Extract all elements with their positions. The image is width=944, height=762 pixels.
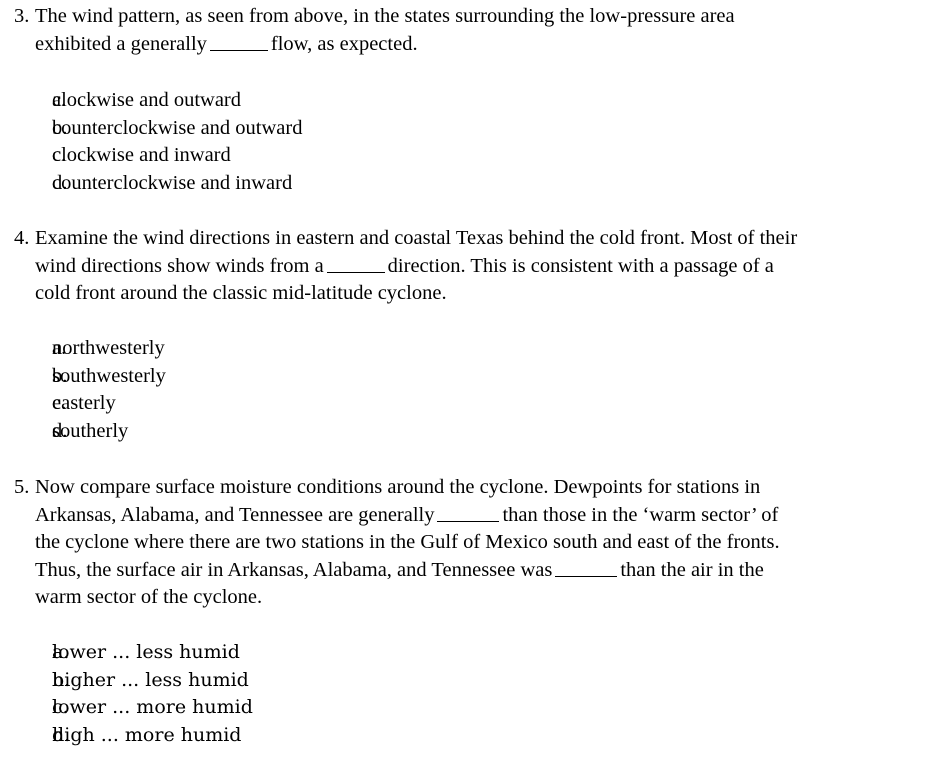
document-page: 3. The wind pattern, as seen from above,…: [0, 0, 944, 762]
question-5-option-c[interactable]: c. lower ... more humid: [0, 694, 944, 722]
option-label: northwesterly: [52, 337, 165, 359]
question-3-option-a[interactable]: a. clockwise and outward: [0, 87, 944, 115]
question-5-blank-1[interactable]: [437, 506, 500, 522]
option-letter: a.: [52, 337, 67, 359]
question-3-option-c[interactable]: c. clockwise and inward: [0, 142, 944, 170]
question-4-number: 4.: [14, 227, 30, 249]
question-4: 4. Examine the wind directions in easter…: [0, 225, 944, 308]
question-5-line-1-text: Now compare surface moisture conditions …: [35, 476, 761, 498]
option-letter: c.: [52, 696, 69, 718]
option-label: higher ... less humid: [52, 668, 249, 691]
question-3: 3. The wind pattern, as seen from above,…: [0, 3, 944, 58]
question-5-option-a[interactable]: a. lower ... less humid: [0, 639, 944, 667]
question-5-line-4: Thus, the surface air in Arkansas, Alaba…: [35, 557, 944, 585]
question-5-option-d[interactable]: d. high ... more humid: [0, 722, 944, 750]
question-5-line-5-text: warm sector of the cyclone.: [35, 586, 263, 608]
question-3-number: 3.: [14, 5, 30, 27]
question-4-line-2: wind directions show winds from a directi…: [35, 253, 944, 281]
question-5-option-b[interactable]: b. higher ... less humid: [0, 667, 944, 695]
question-4-options: a. northwesterly b. southwesterly c. eas…: [0, 335, 944, 445]
option-label: counterclockwise and inward: [52, 171, 293, 194]
question-3-line-2-text-before: exhibited a generally: [35, 32, 207, 55]
question-3-option-b[interactable]: b. counterclockwise and outward: [0, 115, 944, 143]
question-3-line-1-text: The wind pattern, as seen from above, in…: [35, 5, 735, 27]
option-label: southwesterly: [52, 364, 166, 387]
question-3-blank[interactable]: [209, 35, 268, 51]
option-label: easterly: [52, 392, 116, 414]
question-5-line-4-text-before: Thus, the surface air in Arkansas, Alaba…: [35, 558, 553, 581]
option-label: clockwise and inward: [52, 144, 231, 166]
question-5-blank-2[interactable]: [555, 561, 618, 577]
question-4-line-3-text: cold front around the classic mid-latitu…: [35, 282, 447, 304]
option-label: lower ... more humid: [52, 696, 253, 718]
option-label: clockwise and outward: [52, 89, 241, 111]
question-3-line-2: exhibited a generally flow, as expected.: [35, 31, 944, 59]
option-letter: b.: [52, 116, 68, 139]
question-5-line-4-text-after: than the air in the: [620, 558, 764, 581]
question-5-number: 5.: [14, 476, 30, 498]
question-4-text: Examine the wind directions in eastern a…: [35, 225, 944, 308]
question-4-line-2-text-before: wind directions show winds from a: [35, 254, 324, 277]
option-letter: c.: [52, 392, 67, 414]
question-4-option-a[interactable]: a. northwesterly: [0, 335, 944, 363]
question-3-option-d[interactable]: d. counterclockwise and inward: [0, 170, 944, 198]
question-5-line-3-text: the cyclone where there are two stations…: [35, 531, 780, 553]
question-5-line-2: Arkansas, Alabama, and Tennessee are gen…: [35, 502, 944, 530]
question-5: 5. Now compare surface moisture conditio…: [0, 474, 944, 612]
question-3-text: The wind pattern, as seen from above, in…: [35, 3, 944, 58]
question-5-line-3: the cyclone where there are two stations…: [35, 529, 944, 557]
question-5-line-1: Now compare surface moisture conditions …: [35, 474, 944, 502]
question-4-option-d[interactable]: d. southerly: [0, 418, 944, 446]
option-letter: d.: [52, 171, 68, 194]
question-4-line-1-text: Examine the wind directions in eastern a…: [35, 227, 798, 249]
question-4-line-3: cold front around the classic mid-latitu…: [35, 280, 944, 308]
option-label: high ... more humid: [52, 723, 242, 746]
question-5-options: a. lower ... less humid b. higher ... le…: [0, 639, 944, 749]
question-4-line-2-text-after: direction. This is consistent with a pas…: [387, 254, 774, 277]
option-letter: c.: [52, 144, 67, 166]
option-letter: d.: [52, 419, 68, 442]
question-4-line-1: Examine the wind directions in eastern a…: [35, 225, 944, 253]
option-letter: b.: [52, 668, 71, 691]
question-3-options: a. clockwise and outward b. counterclock…: [0, 87, 944, 197]
question-5-line-2-text-before: Arkansas, Alabama, and Tennessee are gen…: [35, 503, 435, 526]
question-4-blank[interactable]: [326, 257, 385, 273]
question-3-line-2-text-after: flow, as expected.: [270, 32, 418, 55]
option-letter: a.: [52, 641, 70, 663]
option-label: southerly: [52, 419, 129, 442]
question-4-option-b[interactable]: b. southwesterly: [0, 363, 944, 391]
question-5-line-2-text-after: than those in the ‘warm sector’ of: [502, 503, 779, 526]
question-4-option-c[interactable]: c. easterly: [0, 390, 944, 418]
question-3-line-1: The wind pattern, as seen from above, in…: [35, 3, 944, 31]
option-letter: b.: [52, 364, 68, 387]
option-label: counterclockwise and outward: [52, 116, 303, 139]
option-letter: a.: [52, 89, 67, 111]
option-label: lower ... less humid: [52, 641, 240, 663]
option-letter: d.: [52, 723, 71, 746]
question-5-line-5: warm sector of the cyclone.: [35, 584, 944, 612]
question-5-text: Now compare surface moisture conditions …: [35, 474, 944, 612]
